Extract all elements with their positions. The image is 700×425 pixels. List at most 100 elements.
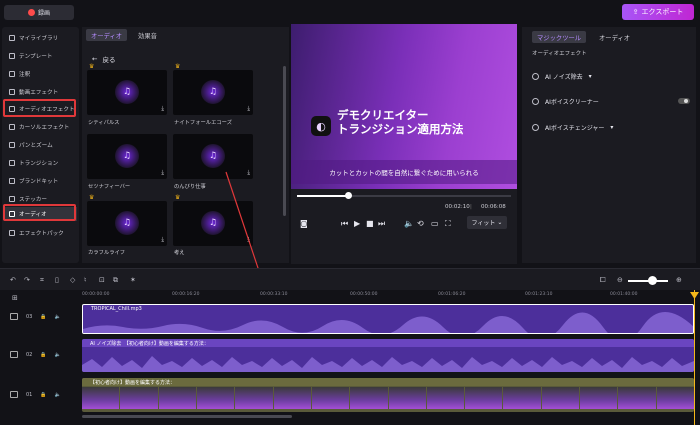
sidebar-item-effect-pack[interactable]: エフェクトパック	[4, 226, 77, 240]
back-button[interactable]: ← 戻る	[92, 54, 115, 64]
download-icon[interactable]: ⤓	[161, 169, 164, 177]
ai-noise-removal[interactable]: AI ノイズ除去 ▾	[532, 72, 592, 81]
tab-audio[interactable]: オーディオ	[86, 29, 128, 41]
split-icon[interactable]: ⌗	[40, 276, 44, 285]
mute-icon[interactable]: 🔈	[55, 392, 61, 398]
democreator-logo-icon: ◐	[311, 116, 331, 136]
sidebar-item-label: エフェクトパック	[19, 231, 64, 237]
tab-magic-tool[interactable]: マジックツール	[532, 31, 587, 43]
fullscreen-icon[interactable]: ⛶	[445, 219, 451, 229]
timeline-ruler[interactable]: 00:00:00:00 00:00:16:20 00:00:33:10 00:0…	[82, 292, 694, 302]
music-note-icon: ♫	[201, 80, 225, 104]
redo-icon[interactable]: ↷	[24, 276, 30, 284]
audio-clip-bgm[interactable]: TROPICAL_Chill.mp3	[82, 304, 694, 334]
audio-card[interactable]: ♛ ♫ ⤓	[87, 194, 167, 246]
step-forward-icon[interactable]: ⏭	[378, 219, 385, 229]
record-button[interactable]: 録画	[4, 5, 74, 20]
sidebar-item-label: 動画エフェクト	[19, 90, 59, 96]
effects-icon[interactable]: ✶	[130, 276, 136, 284]
shield-icon[interactable]: ◇	[70, 276, 75, 284]
play-icon[interactable]: ▶	[354, 219, 360, 228]
back-label: 戻る	[102, 56, 116, 64]
sidebar-item-pan-zoom[interactable]: パンとズーム	[4, 138, 77, 152]
video-preview[interactable]: ◐ デモクリエイター トランジション適用方法 カットとカットの間を自然に繋ぐため…	[291, 24, 517, 189]
video-subtitle: カットとカットの間を自然に繋ぐために用いられる	[291, 160, 517, 184]
zoom-out-icon[interactable]: ⊖	[617, 276, 623, 284]
ai-voice-cleaner[interactable]: AIボイスクリーナー	[532, 97, 599, 106]
playhead[interactable]	[694, 290, 695, 425]
tab-audio-right[interactable]: オーディオ	[594, 31, 635, 43]
media-panel: オーディオ 効果音 ← 戻る ♛ ♫ ⤓ シティパルス ♛ ♫ ⤓ ナイトフォー…	[82, 27, 289, 263]
film-frame	[120, 387, 158, 409]
fit-dropdown[interactable]: フィット ⌄	[467, 216, 507, 229]
video-title-line: トランジション適用方法	[337, 122, 464, 136]
ai-voice-changer[interactable]: AIボイスチェンジャー ▾	[532, 123, 613, 132]
mute-icon[interactable]: 🔈	[55, 352, 61, 358]
stop-icon[interactable]: ■	[366, 219, 374, 228]
crop-icon[interactable]: ⊡	[99, 276, 105, 284]
download-icon[interactable]: ⤓	[247, 105, 250, 113]
lock-icon[interactable]: 🔒	[40, 314, 46, 320]
waveform	[82, 356, 694, 372]
film-frame	[196, 387, 235, 409]
audio-card[interactable]: ♫ ⤓	[173, 134, 253, 179]
sidebar-item-template[interactable]: テンプレート	[4, 49, 77, 63]
undo-icon[interactable]: ↶	[10, 276, 16, 284]
music-note-icon: ♫	[115, 80, 139, 104]
download-icon[interactable]: ⤓	[161, 236, 164, 244]
export-button[interactable]: ⇪ エクスポート	[622, 4, 694, 20]
zoom-in-icon[interactable]: ⊕	[676, 276, 682, 284]
voice-cleaner-toggle[interactable]	[678, 98, 690, 104]
timeline-scrollbar[interactable]	[82, 415, 292, 418]
preview-panel: ◐ デモクリエイター トランジション適用方法 カットとカットの間を自然に繋ぐため…	[291, 24, 517, 264]
export-label: エクスポート	[641, 8, 684, 16]
crop-icon[interactable]: ▭	[431, 219, 439, 228]
sidebar-item-brand-kit[interactable]: ブランドキット	[4, 174, 77, 188]
sidebar-item-library[interactable]: マイライブラリ	[4, 31, 77, 45]
mute-icon[interactable]: 🔈	[55, 314, 61, 320]
track-icon	[10, 351, 18, 358]
record-label: 録画	[37, 10, 50, 17]
ruler-label: 00:01:40:00	[610, 292, 638, 297]
music-note-icon: ♫	[201, 211, 225, 235]
track-index: 01	[26, 391, 33, 398]
audio-card[interactable]: ♛ ♫ ⤓	[173, 194, 253, 246]
sidebar-item-label: ブランドキット	[19, 179, 59, 185]
step-back-icon[interactable]: ⏮	[341, 219, 348, 229]
audio-clip-ai-noise[interactable]: AI ノイズ除去 【初心者向け】動画を編集する方法：	[82, 339, 694, 372]
microphone-icon[interactable]: ♮	[84, 276, 87, 284]
camera-icon[interactable]: ◙	[300, 219, 308, 228]
progress-knob[interactable]	[345, 192, 353, 199]
film-frame	[503, 387, 541, 409]
volume-icon[interactable]: 🔈	[404, 219, 414, 228]
audio-card[interactable]: ♛ ♫ ⤓	[173, 63, 253, 115]
download-icon[interactable]: ⤓	[247, 169, 250, 177]
download-icon[interactable]: ⤓	[247, 236, 250, 244]
cursor-effect-icon	[9, 124, 15, 130]
audio-card[interactable]: ♫ ⤓	[87, 134, 167, 179]
delete-icon[interactable]: ▯	[55, 276, 59, 284]
sidebar-item-video-effect[interactable]: 動画エフェクト	[4, 85, 77, 99]
sidebar-item-annotation[interactable]: 注釈	[4, 67, 77, 81]
zoom-slider-knob[interactable]	[648, 276, 657, 285]
sidebar-item-label: パンとズーム	[19, 143, 53, 149]
add-track-icon[interactable]: ⊞	[12, 294, 18, 302]
ruler-label: 00:01:23:10	[525, 292, 553, 297]
video-clip-main[interactable]: 【初心者向け】動画を編集する方法：	[82, 378, 694, 412]
media-scrollbar[interactable]	[283, 66, 286, 216]
playback-progress[interactable]	[297, 192, 511, 199]
film-frame	[82, 387, 120, 409]
lock-icon[interactable]: 🔒	[40, 352, 46, 358]
ai-noise-removal-label: AI ノイズ除去	[545, 74, 583, 81]
loop-icon[interactable]: ⟲	[417, 219, 424, 228]
sidebar-item-cursor-effect[interactable]: カーソルエフェクト	[4, 120, 77, 134]
audio-card[interactable]: ♛ ♫ ⤓	[87, 63, 167, 115]
ai-tool-icon[interactable]: ⧉	[113, 276, 118, 285]
lock-icon[interactable]: 🔒	[40, 392, 46, 398]
sidebar-item-transition[interactable]: トランジション	[4, 156, 77, 170]
tab-sound-effect[interactable]: 効果音	[133, 29, 162, 41]
voice-changer-icon	[532, 124, 539, 131]
progress-fill	[297, 195, 349, 197]
download-icon[interactable]: ⤓	[161, 105, 164, 113]
fit-timeline-icon[interactable]: ⧠	[600, 276, 606, 285]
